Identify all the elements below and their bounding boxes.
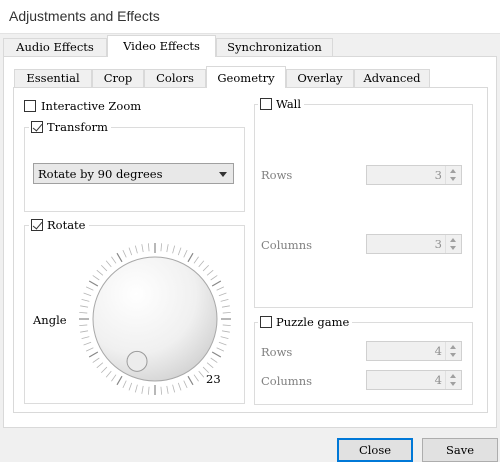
transform-label: Transform: [47, 120, 108, 134]
puzzle-columns-value: 4: [434, 373, 442, 387]
spin-arrows[interactable]: [445, 342, 461, 360]
chevron-up-icon: [450, 374, 456, 378]
checkbox-icon: [260, 98, 272, 110]
tab-essential[interactable]: Essential: [14, 69, 92, 87]
tab-colors[interactable]: Colors: [144, 69, 206, 87]
checkbox-icon: [24, 100, 36, 112]
close-button[interactable]: Close: [337, 438, 413, 462]
puzzle-rows-value: 4: [434, 344, 442, 358]
chevron-down-icon: [450, 246, 456, 250]
tab-label: Overlay: [297, 71, 343, 85]
close-button-label: Close: [358, 443, 392, 457]
tab-geometry[interactable]: Geometry: [206, 66, 286, 88]
puzzle-rows-spinbox[interactable]: 4: [366, 341, 462, 361]
wall-group: [254, 104, 473, 308]
dial-indicator[interactable]: [126, 350, 148, 372]
puzzle-game-label: Puzzle game: [276, 315, 350, 329]
wall-rows-label: Rows: [261, 168, 293, 182]
chevron-down-icon: [219, 172, 227, 177]
wall-columns-label: Columns: [261, 238, 313, 252]
tab-label: Essential: [26, 71, 80, 85]
tab-label: Advanced: [363, 71, 421, 85]
wall-label: Wall: [276, 97, 302, 111]
tab-synchronization[interactable]: Synchronization: [216, 38, 333, 56]
chevron-up-icon: [450, 169, 456, 173]
tab-label: Audio Effects: [16, 40, 94, 54]
tab-crop[interactable]: Crop: [92, 69, 144, 87]
wall-checkbox[interactable]: Wall: [258, 97, 305, 111]
title-bar: Adjustments and Effects: [0, 0, 500, 34]
tab-label: Geometry: [217, 71, 275, 85]
wall-rows-value: 3: [434, 168, 442, 182]
spin-arrows[interactable]: [445, 166, 461, 184]
tab-label: Colors: [156, 71, 194, 85]
tab-advanced[interactable]: Advanced: [354, 69, 430, 87]
dial-knob: [92, 256, 218, 382]
interactive-zoom-label: Interactive Zoom: [41, 99, 142, 113]
chevron-down-icon: [450, 353, 456, 357]
puzzle-columns-label: Columns: [261, 374, 313, 388]
chevron-down-icon: [450, 382, 456, 386]
tab-label: Video Effects: [123, 39, 200, 53]
puzzle-rows-label: Rows: [261, 345, 293, 359]
angle-label: Angle: [33, 313, 67, 327]
chevron-up-icon: [450, 345, 456, 349]
transform-select[interactable]: Rotate by 90 degrees: [33, 163, 234, 184]
chevron-up-icon: [450, 238, 456, 242]
rotate-checkbox[interactable]: Rotate: [29, 218, 89, 232]
wall-columns-value: 3: [434, 237, 442, 251]
tab-video-effects[interactable]: Video Effects: [107, 35, 216, 57]
angle-value: 23: [206, 372, 221, 386]
puzzle-columns-spinbox[interactable]: 4: [366, 370, 462, 390]
tab-overlay[interactable]: Overlay: [286, 69, 354, 87]
wall-rows-spinbox[interactable]: 3: [366, 165, 462, 185]
tab-audio-effects[interactable]: Audio Effects: [3, 38, 107, 56]
wall-columns-spinbox[interactable]: 3: [366, 234, 462, 254]
transform-checkbox[interactable]: Transform: [29, 120, 111, 134]
checkbox-icon: [260, 316, 272, 328]
window-title: Adjustments and Effects: [9, 8, 160, 24]
chevron-down-icon: [450, 177, 456, 181]
interactive-zoom-checkbox[interactable]: Interactive Zoom: [24, 99, 141, 113]
spin-arrows[interactable]: [445, 235, 461, 253]
puzzle-group: [254, 322, 473, 405]
tab-label: Crop: [103, 71, 133, 85]
puzzle-game-checkbox[interactable]: Puzzle game: [258, 315, 353, 329]
save-button-label: Save: [445, 443, 475, 457]
rotate-label: Rotate: [47, 218, 86, 232]
checkbox-checked-icon: [31, 121, 43, 133]
transform-select-value: Rotate by 90 degrees: [38, 167, 163, 181]
tab-label: Synchronization: [227, 40, 322, 54]
spin-arrows[interactable]: [445, 371, 461, 389]
save-button[interactable]: Save: [422, 438, 498, 462]
checkbox-checked-icon: [31, 219, 43, 231]
